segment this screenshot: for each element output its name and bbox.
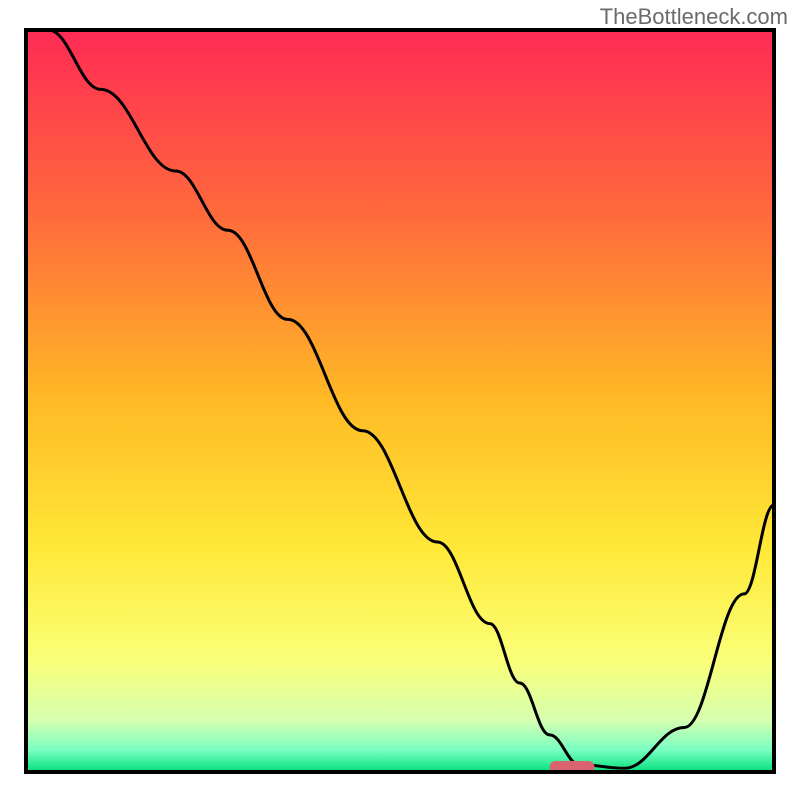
- chart-svg: [0, 0, 800, 800]
- watermark-text: TheBottleneck.com: [600, 4, 788, 30]
- gradient-background: [26, 30, 774, 772]
- bottleneck-chart: TheBottleneck.com: [0, 0, 800, 800]
